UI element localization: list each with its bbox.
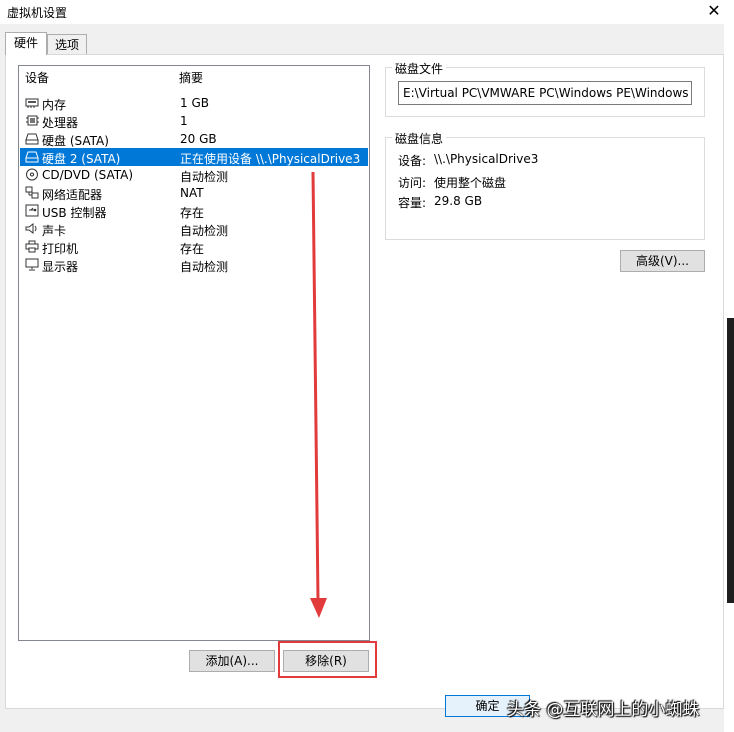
disk-file-group-label: 磁盘文件 — [392, 60, 447, 77]
column-header-summary[interactable]: 摘要 — [179, 69, 203, 86]
cd-dvd-icon — [26, 168, 38, 181]
printer-icon — [25, 240, 39, 253]
device-summary: 自动检测 — [180, 224, 229, 238]
disk-file-group: 磁盘文件 E:\Virtual PC\VMWARE PC\Windows PE\… — [385, 60, 705, 117]
device-name: 硬盘 2 (SATA) — [42, 152, 121, 166]
device-row-processor[interactable]: 处理器 1 — [20, 112, 368, 130]
device-row-network-adapter[interactable]: 网络适配器 NAT — [20, 184, 368, 202]
device-summary: 1 — [180, 114, 188, 128]
disk-info-group: 磁盘信息 设备: \\.\PhysicalDrive3 访问: 使用整个磁盘 容… — [385, 130, 705, 240]
device-summary: 正在使用设备 \\.\PhysicalDrive3 — [180, 152, 361, 166]
usb-icon — [25, 204, 39, 217]
memory-icon — [25, 98, 39, 108]
device-row-display[interactable]: 显示器 自动检测 — [20, 256, 368, 274]
hardware-panel: 设备 摘要 内存 1 GB 处理器 1 硬盘 (SATA) 20 GB 硬盘 2… — [5, 54, 724, 709]
background-window-edge — [727, 318, 734, 603]
device-row-sound-card[interactable]: 声卡 自动检测 — [20, 220, 368, 238]
remove-button-highlight — [278, 641, 377, 678]
device-summary: NAT — [180, 186, 204, 200]
sound-card-icon — [25, 223, 37, 234]
device-summary: 20 GB — [180, 132, 217, 146]
tab-hardware[interactable]: 硬件 — [5, 32, 47, 55]
access-label: 访问: — [398, 176, 427, 190]
device-summary: 存在 — [180, 242, 205, 256]
device-name: 声卡 — [42, 224, 67, 238]
device-list[interactable]: 设备 摘要 内存 1 GB 处理器 1 硬盘 (SATA) 20 GB 硬盘 2… — [18, 65, 370, 641]
hard-disk-icon — [25, 151, 39, 163]
title-bar: 虚拟机设置 ✕ — [0, 0, 734, 24]
device-summary: 自动检测 — [180, 260, 229, 274]
window-title: 虚拟机设置 — [7, 6, 68, 20]
watermark: 头条 @互联网上的小蜘蛛 — [507, 700, 700, 720]
device-name: 处理器 — [42, 116, 79, 130]
close-icon[interactable]: ✕ — [702, 1, 726, 21]
device-row-cd-dvd[interactable]: CD/DVD (SATA) 自动检测 — [20, 166, 368, 184]
tab-options[interactable]: 选项 — [47, 34, 87, 54]
display-icon — [25, 258, 39, 271]
device-row-memory[interactable]: 内存 1 GB — [20, 94, 368, 112]
processor-icon — [26, 115, 39, 126]
dialog-body: 硬件 选项 设备 摘要 内存 1 GB 处理器 1 硬盘 (SATA) 20 G… — [0, 24, 734, 732]
disk-info-group-label: 磁盘信息 — [392, 130, 447, 147]
device-row-hard-disk-2[interactable]: 硬盘 2 (SATA) 正在使用设备 \\.\PhysicalDrive3 — [20, 148, 368, 166]
device-row-printer[interactable]: 打印机 存在 — [20, 238, 368, 256]
device-name: 显示器 — [42, 260, 79, 274]
advanced-button[interactable]: 高级(V)... — [620, 250, 705, 272]
network-adapter-icon — [25, 186, 39, 199]
capacity-label: 容量: — [398, 196, 427, 210]
device-name: 打印机 — [42, 242, 79, 256]
device-name: USB 控制器 — [42, 206, 107, 220]
device-label: 设备: — [398, 154, 427, 168]
device-name: 内存 — [42, 98, 67, 112]
device-summary: 存在 — [180, 206, 205, 220]
device-summary: 自动检测 — [180, 170, 229, 184]
add-button[interactable]: 添加(A)... — [189, 650, 275, 672]
device-row-hard-disk[interactable]: 硬盘 (SATA) 20 GB — [20, 130, 368, 148]
device-summary: 1 GB — [180, 96, 209, 110]
device-row-usb-controller[interactable]: USB 控制器 存在 — [20, 202, 368, 220]
device-name: 硬盘 (SATA) — [42, 134, 109, 148]
column-header-device[interactable]: 设备 — [25, 69, 49, 86]
device-name: 网络适配器 — [42, 188, 103, 202]
capacity-value: 29.8 GB — [434, 194, 483, 208]
access-value: 使用整个磁盘 — [434, 176, 507, 190]
device-name: CD/DVD (SATA) — [42, 168, 134, 182]
device-value: \\.\PhysicalDrive3 — [434, 152, 539, 166]
disk-file-path-field[interactable]: E:\Virtual PC\VMWARE PC\Windows PE\Windo… — [398, 81, 692, 105]
hard-disk-icon — [25, 133, 39, 145]
